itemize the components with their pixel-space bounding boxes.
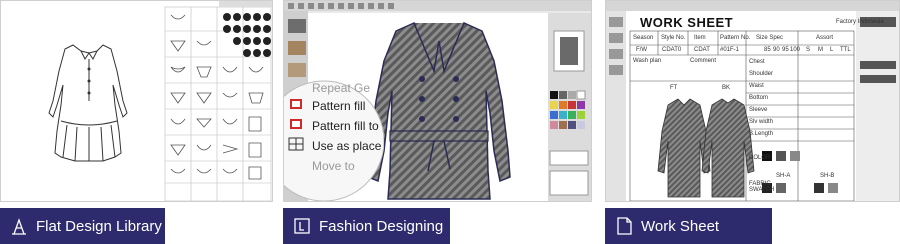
menu-item-pattern-fill-to[interactable]: Pattern fill to <box>312 119 379 133</box>
menu-item-move-to[interactable]: Move to <box>312 159 355 173</box>
work-sheet-icon <box>615 216 633 236</box>
item-header: Item <box>694 35 706 41</box>
flat-design-canvas <box>48 1 272 201</box>
assort-3: TTL <box>840 47 851 53</box>
tab-work-sheet[interactable]: Work Sheet <box>605 208 772 244</box>
size-2: 95 <box>782 47 789 53</box>
factory-name: Factory Indonesia <box>836 19 884 25</box>
size-3: 100 <box>790 47 801 53</box>
front-view-coat <box>657 98 711 198</box>
back-view-label: BK <box>722 85 731 91</box>
work-sheet-panel: WORK SHEET Factory Indonesia Season Styl… <box>605 0 900 202</box>
size-0: 85 <box>764 47 771 53</box>
spec-row-3: Bottom <box>749 95 769 101</box>
menu-item-pattern-fill[interactable]: Pattern fill <box>312 99 365 113</box>
swatch-label-b: SH-B <box>820 173 835 179</box>
wash-plan-label: Wash plan <box>633 58 662 64</box>
assort-header: Assort <box>816 35 834 41</box>
assort-0: S <box>806 47 811 53</box>
tab-label: Work Sheet <box>641 217 720 235</box>
menu-item-repeat[interactable]: Repeat Ge <box>312 81 370 95</box>
pattern-fill-to-icon <box>288 117 304 131</box>
style-no-value: CDAT0 <box>662 47 682 53</box>
tab-label: Fashion Designing <box>319 217 444 235</box>
swatch-label-a: SH-A <box>776 173 791 179</box>
size-1: 90 <box>773 47 780 53</box>
spec-row-1: Shoulder <box>749 71 774 77</box>
flat-design-library-panel <box>0 0 273 202</box>
work-sheet-frame <box>606 1 899 201</box>
assort-1: M <box>818 47 823 53</box>
front-view-label: FT <box>670 85 678 91</box>
fashion-designing-panel: Repeat Ge Pattern fill Pattern fill to U… <box>283 0 592 202</box>
item-value: CDAT <box>694 47 710 53</box>
assort-2: L <box>830 47 834 53</box>
size-spec-header: Size Spec <box>756 35 784 41</box>
pattern-fill-icon <box>288 97 304 111</box>
flat-design-icon <box>10 216 28 236</box>
work-sheet-title: WORK SHEET <box>640 15 734 30</box>
context-menu-zoom: Repeat Ge Pattern fill Pattern fill to U… <box>284 79 384 201</box>
spec-row-0: Chest <box>749 59 765 65</box>
tab-flat-design-library[interactable]: Flat Design Library <box>0 208 165 244</box>
use-as-place-icon <box>288 137 304 151</box>
season-value: F/W <box>636 47 647 53</box>
spec-row-6: B.Length <box>749 131 774 137</box>
tab-fashion-designing[interactable]: Fashion Designing <box>283 208 450 244</box>
pattern-no-header: Pattern No. <box>720 35 751 41</box>
pattern-no-value: #01F-1 <box>720 47 740 53</box>
spec-row-4: Sleeve <box>749 107 768 113</box>
season-header: Season <box>633 35 654 41</box>
style-no-header: Style No. <box>661 35 686 41</box>
fabric-swatch-label: FABRIC SWATCH <box>749 181 775 193</box>
spec-row-2: Waist <box>749 83 764 89</box>
tab-label: Flat Design Library <box>36 217 162 235</box>
dress-sketch <box>48 44 128 162</box>
fashion-designing-icon <box>293 216 311 236</box>
color-label: COLOR <box>749 155 771 161</box>
menu-item-use-as-place[interactable]: Use as place <box>312 139 381 153</box>
spec-row-5: Slv width <box>749 119 774 125</box>
comment-label: Comment <box>690 58 717 64</box>
